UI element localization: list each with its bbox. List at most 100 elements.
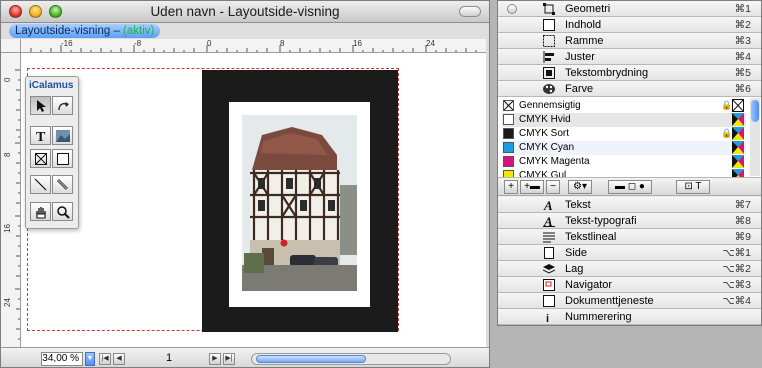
cmyk-icon [732,127,744,140]
next-page-button[interactable]: ▶ [209,353,221,365]
text-t-icon: T [36,130,46,143]
white-mat[interactable] [229,102,370,307]
horizontal-ruler[interactable]: -16 -8 0 8 16 24 [21,39,486,53]
color-list[interactable]: Gennemsigtig 🔒 CMYK Hvid CMYK Sort 🔒 CMY… [498,97,761,178]
toolbox-palette[interactable]: iCalamus T [25,76,79,229]
hand-tool[interactable] [30,202,51,221]
remove-color-button[interactable]: − [546,180,560,194]
palette-shortcut: ⌥⌘1 [722,247,751,259]
document-window: Uden navn - Layoutside-visning Layoutsid… [0,0,490,368]
palette-close-button[interactable] [507,4,517,14]
ruler-label: 16 [3,224,12,233]
color-row[interactable]: CMYK Sort 🔒 [502,127,746,141]
color-row[interactable]: CMYK Cyan [502,141,746,155]
palette-row-farve[interactable]: Farve ⌘6 [498,81,761,97]
palette-row-lag[interactable]: Lag ⌥⌘2 [498,261,761,277]
document-service-icon [543,295,555,307]
color-list-scroll-thumb[interactable] [751,100,759,122]
svg-text:A: A [543,215,553,227]
gear-icon[interactable]: ⚙▾ [568,180,592,194]
palette-label: Tekstombrydning [565,67,649,79]
zoom-tool[interactable] [52,202,73,221]
rotate-tool[interactable] [52,96,73,115]
svg-text:i: i [546,313,549,323]
palette-row-ramme[interactable]: Ramme ⌘3 [498,33,761,49]
color-list-scrollbar[interactable] [750,98,760,176]
horizontal-scrollbar[interactable] [251,353,451,365]
text-icon: A [543,199,555,211]
frame-icon [543,35,555,47]
color-name: CMYK Gul [519,170,567,178]
palette-row-dokumenttjeneste[interactable]: Dokumenttjeneste ⌥⌘4 [498,293,761,309]
geometry-icon [543,3,555,15]
palette-row-nummerering[interactable]: i Nummerering [498,309,761,325]
color-row[interactable]: CMYK Hvid [502,113,746,127]
palette-label: Indhold [565,19,602,31]
toolbar-toggle-button[interactable] [459,6,481,17]
navigator-icon [543,279,555,291]
black-frame[interactable] [202,70,398,332]
ruler-label: 24 [3,298,12,307]
vertical-scrollbar[interactable] [486,39,489,347]
content-icon [543,19,555,31]
empty-frame-icon [34,152,47,165]
color-name: CMYK Hvid [519,114,571,125]
color-swatch [503,142,514,153]
palette-row-tekst[interactable]: A Tekst ⌘7 [498,197,761,213]
color-name: CMYK Sort [519,128,570,139]
pen-tool[interactable] [52,175,73,194]
palettes-window: Geometri ⌘1 Indhold ⌘2 Ramme ⌘3 Juster ⌘… [497,0,762,326]
ruler-label: 16 [353,39,362,48]
house-photo[interactable] [242,115,357,291]
palette-label: Tekst [565,199,591,211]
svg-text:T: T [36,130,46,143]
zoom-dropdown[interactable]: ▼ [85,352,95,366]
last-page-button[interactable]: ▶| [223,353,235,365]
layer-view-tab[interactable]: Layoutside-visning – (aktiv) [9,24,161,38]
text-tool[interactable]: T [30,126,51,145]
view-mode-buttons[interactable]: ▬ ◻ ● [608,180,652,194]
palette-row-tekstlineal[interactable]: Tekstlineal ⌘9 [498,229,761,245]
vertical-ruler[interactable]: 0 8 16 24 [1,53,21,347]
color-name: CMYK Magenta [519,156,590,167]
palette-label: Side [565,247,588,259]
line-tool[interactable] [30,175,51,194]
title-bar[interactable]: Uden navn - Layoutside-visning [1,1,489,23]
first-page-button[interactable]: |◀ [99,353,111,365]
palette-label: Nummerering [565,311,632,323]
ruler-origin[interactable] [1,39,21,53]
palette-row-juster[interactable]: Juster ⌘4 [498,49,761,65]
image-tool[interactable] [52,126,73,145]
color-row[interactable]: CMYK Magenta [502,155,746,169]
layout-canvas[interactable] [21,53,486,347]
status-bar: 34,00 % ▼ |◀ ◀ 1 ▶ ▶| [1,347,489,367]
color-row[interactable]: CMYK Gul [502,169,746,178]
transparent-swatch [503,100,514,111]
layer-view-label: Layoutside-visning – [15,25,120,37]
palette-icon [543,83,555,95]
line-icon [34,178,47,191]
apply-target-buttons[interactable]: ⊡ T [676,180,710,194]
palette-row-tekstombrydning[interactable]: Tekstombrydning ⌘5 [498,65,761,81]
layer-bar: Layoutside-visning – (aktiv) [1,23,489,39]
add-gradient-button[interactable]: +▬ [520,180,544,194]
palette-shortcut: ⌘8 [734,215,751,227]
zoom-field[interactable]: 34,00 % [41,352,83,366]
color-row[interactable]: Gennemsigtig 🔒 [502,99,746,113]
palette-shortcut: ⌘4 [734,51,751,63]
palette-row-navigator[interactable]: Navigator ⌥⌘3 [498,277,761,293]
palette-row-side[interactable]: Side ⌥⌘1 [498,245,761,261]
rectangle-tool[interactable] [52,149,73,168]
palette-shortcut: ⌘7 [734,199,751,211]
horizontal-scroll-thumb[interactable] [256,355,366,363]
palette-row-tekst-typografi[interactable]: A Tekst-typografi ⌘8 [498,213,761,229]
frame-tool[interactable] [30,149,51,168]
cmyk-icon [732,141,744,154]
select-tool[interactable] [30,96,51,115]
previous-page-button[interactable]: ◀ [113,353,125,365]
arrow-icon [36,99,46,112]
palette-row-indhold[interactable]: Indhold ⌘2 [498,17,761,33]
palette-row-geometri[interactable]: Geometri ⌘1 [498,1,761,17]
add-color-button[interactable]: + [504,180,518,194]
page-number[interactable]: 1 [166,352,172,364]
